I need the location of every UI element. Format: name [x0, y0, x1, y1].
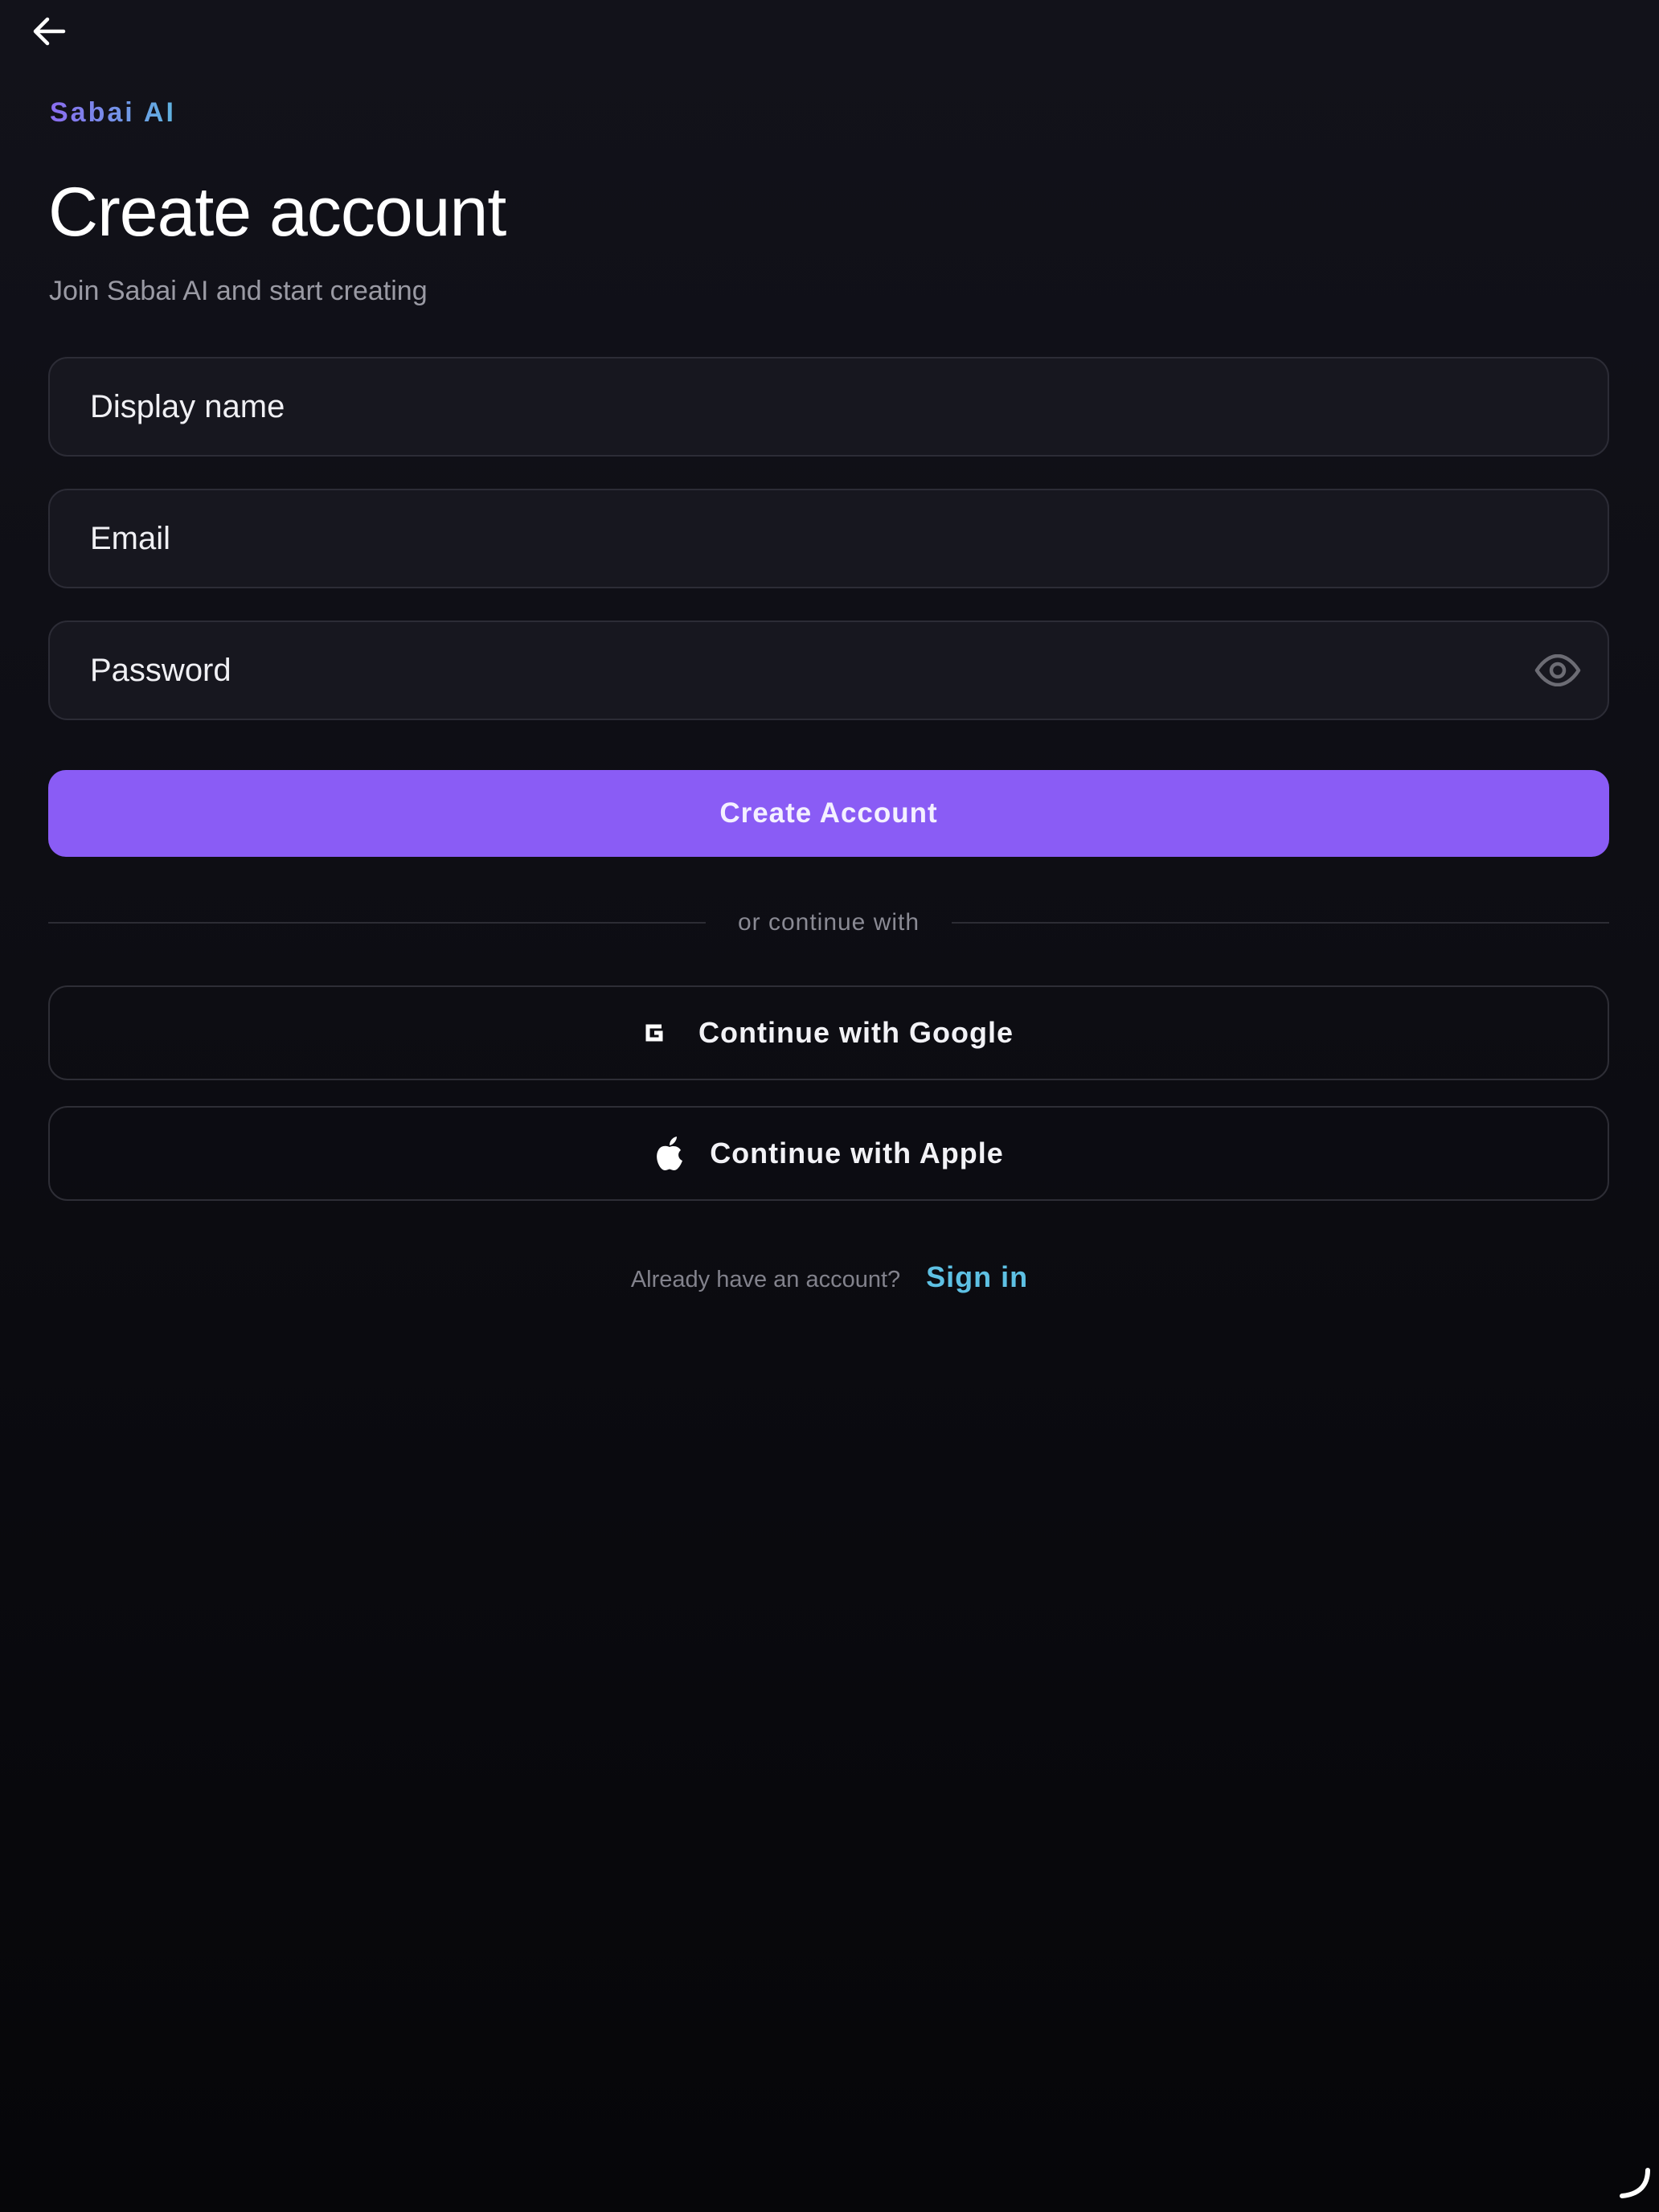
email-field-container: [48, 489, 1609, 588]
continue-with-google-button[interactable]: Continue with Google: [48, 985, 1609, 1080]
loading-spinner-icon: [1620, 2168, 1650, 2198]
divider-line-right: [952, 922, 1609, 924]
password-visibility-toggle[interactable]: [1534, 646, 1582, 694]
display-name-input[interactable]: [88, 358, 1569, 456]
password-input[interactable]: [88, 621, 1534, 719]
page-title: Create account: [48, 174, 506, 251]
google-icon: [644, 1021, 665, 1045]
apple-button-label: Continue with Apple: [710, 1137, 1004, 1169]
divider: or continue with: [48, 908, 1609, 937]
continue-with-apple-button[interactable]: Continue with Apple: [48, 1106, 1609, 1201]
sign-in-link[interactable]: Sign in: [926, 1260, 1028, 1294]
email-input[interactable]: [88, 490, 1569, 588]
divider-line-left: [48, 922, 706, 924]
divider-text: or continue with: [737, 909, 920, 936]
back-button[interactable]: [29, 11, 69, 51]
signin-prompt: Already have an account?: [630, 1267, 901, 1292]
apple-icon: [653, 1136, 686, 1171]
page-subtitle: Join Sabai AI and start creating: [49, 276, 428, 306]
eye-icon: [1534, 654, 1581, 686]
brand-logo: Sabai AI: [50, 95, 176, 130]
create-account-button[interactable]: Create Account: [48, 770, 1609, 857]
signin-row: Already have an account? Sign in: [0, 1260, 1659, 1294]
password-field-container: [48, 621, 1609, 720]
display-name-field-container: [48, 357, 1609, 457]
google-button-label: Continue with Google: [698, 1016, 1014, 1049]
arrow-left-icon: [33, 17, 66, 46]
